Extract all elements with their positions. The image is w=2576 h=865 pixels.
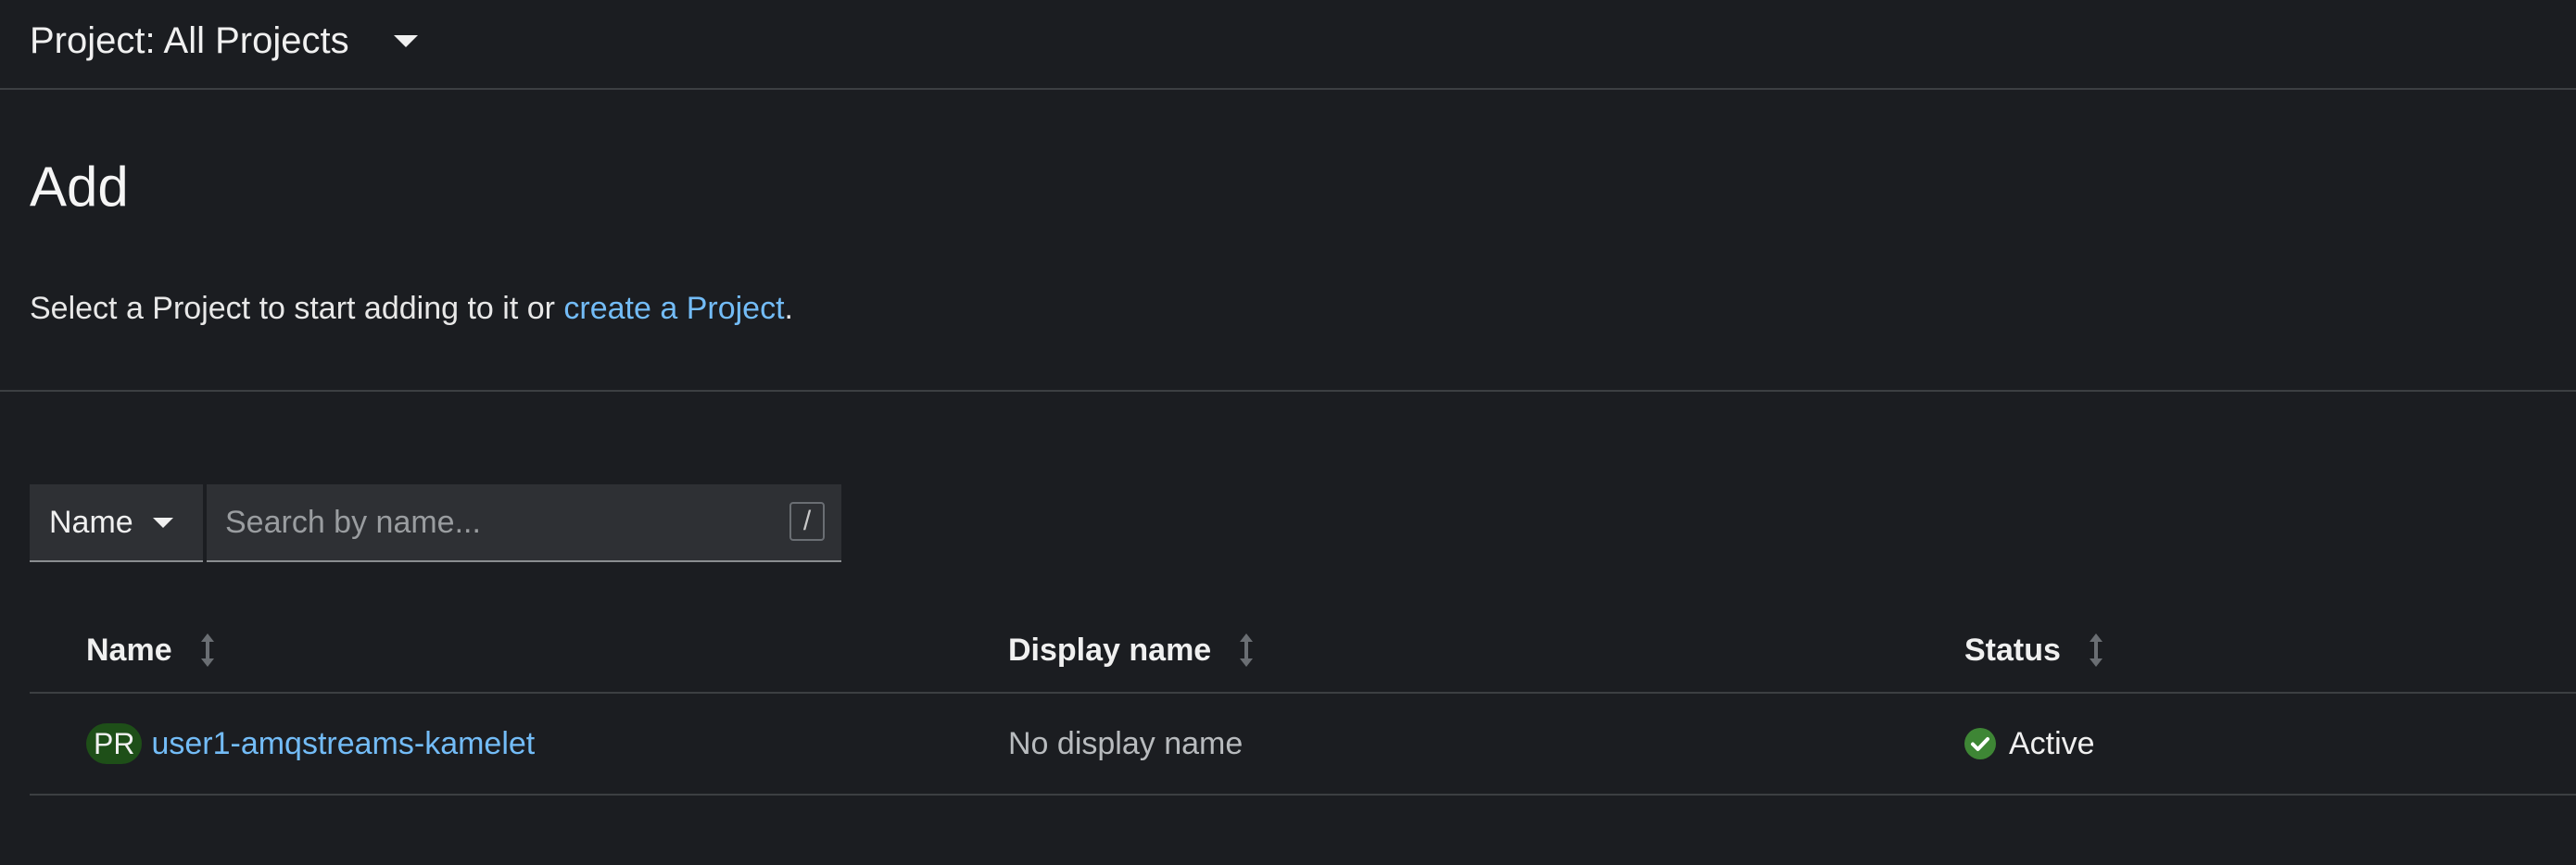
page-title: Add	[30, 156, 129, 218]
column-header-name[interactable]: Name	[86, 607, 215, 694]
display-name-cell: No display name	[1008, 725, 1244, 761]
page-description: Select a Project to start adding to it o…	[30, 287, 793, 330]
search-box: /	[207, 484, 841, 562]
filter-type-label: Name	[49, 504, 133, 540]
column-header-status[interactable]: Status	[1964, 607, 2103, 694]
divider	[0, 390, 2576, 392]
filter-type-dropdown[interactable]: Name	[30, 484, 203, 562]
column-header-label: Display name	[1008, 632, 1212, 668]
caret-down-icon	[393, 34, 418, 47]
project-name-cell: PR user1-amqstreams-kamelet	[86, 694, 535, 794]
column-header-label: Status	[1964, 632, 2061, 668]
column-header-display-name[interactable]: Display name	[1008, 607, 1254, 694]
search-input[interactable]	[207, 484, 763, 560]
filter-toolbar: Name /	[30, 484, 841, 562]
description-suffix: .	[784, 291, 793, 326]
project-selector[interactable]: Project: All Projects	[30, 13, 418, 69]
project-bar: Project: All Projects	[0, 0, 2576, 90]
column-header-label: Name	[86, 632, 172, 668]
project-selector-label: Project: All Projects	[30, 19, 349, 61]
table-row: PR user1-amqstreams-kamelet No display n…	[30, 694, 2576, 796]
sort-icon	[2089, 633, 2103, 667]
projects-table: Name Display name Status PR user1-amqstr…	[30, 607, 2576, 796]
table-header: Name Display name Status	[30, 607, 2576, 694]
project-badge: PR	[86, 723, 143, 764]
description-text: Select a Project to start adding to it o…	[30, 291, 564, 326]
status-cell: Active	[1964, 694, 2095, 794]
create-project-link[interactable]: create a Project	[563, 291, 784, 326]
project-link[interactable]: user1-amqstreams-kamelet	[151, 726, 535, 762]
check-circle-icon	[1964, 728, 1996, 759]
sort-icon	[200, 633, 215, 667]
keyboard-shortcut-hint: /	[789, 502, 825, 541]
status-label: Active	[2009, 725, 2095, 761]
caret-down-icon	[152, 517, 173, 528]
sort-icon	[1239, 633, 1254, 667]
